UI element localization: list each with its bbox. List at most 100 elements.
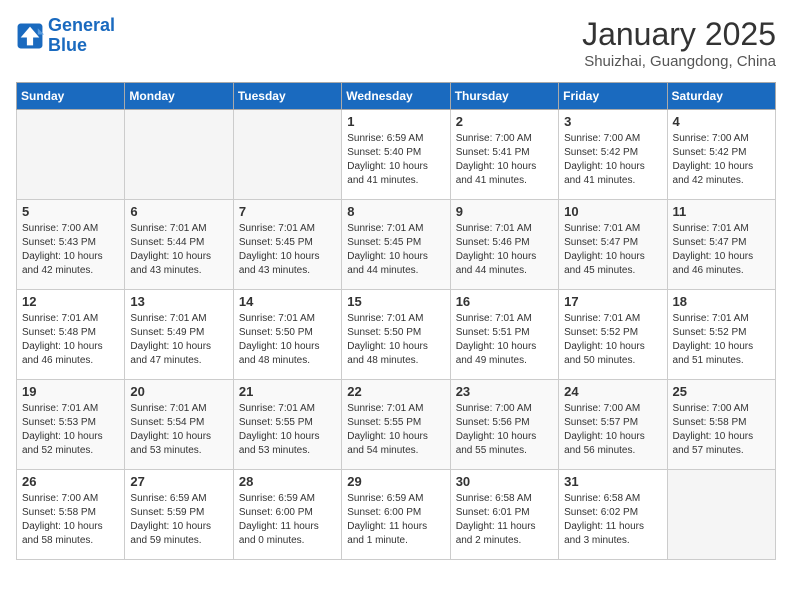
logo-blue: Blue	[48, 36, 115, 56]
day-info: Sunrise: 7:01 AM Sunset: 5:53 PM Dayligh…	[22, 402, 119, 458]
day-number: 9	[456, 204, 553, 219]
calendar-cell: 23Sunrise: 7:00 AM Sunset: 5:56 PM Dayli…	[450, 380, 558, 470]
location: Shuizhai, Guangdong, China	[582, 53, 776, 70]
calendar-body: 1 Sunrise: 6:59 AM Sunset: 5:40 PM Daylig…	[17, 110, 776, 560]
calendar-cell: 4Sunrise: 7:00 AM Sunset: 5:42 PM Daylig…	[667, 110, 775, 200]
calendar-cell: 6Sunrise: 7:01 AM Sunset: 5:44 PM Daylig…	[125, 200, 233, 290]
day-number: 1	[347, 114, 444, 129]
day-number: 12	[22, 294, 119, 309]
day-number: 4	[673, 114, 770, 129]
calendar-cell: 20 Sunrise: 7:01 AM Sunset: 5:54 PM Dayli…	[125, 380, 233, 470]
calendar-cell: 30 Sunrise: 6:58 AM Sunset: 6:01 PM Dayli…	[450, 470, 558, 560]
day-info: Sunrise: 7:01 AM Sunset: 5:47 PM Dayligh…	[673, 222, 770, 278]
day-number: 26	[22, 474, 119, 489]
day-number: 14	[239, 294, 336, 309]
day-number: 15	[347, 294, 444, 309]
day-number: 11	[673, 204, 770, 219]
calendar-cell: 27Sunrise: 6:59 AM Sunset: 5:59 PM Dayli…	[125, 470, 233, 560]
calendar-cell: 11 Sunrise: 7:01 AM Sunset: 5:47 PM Dayli…	[667, 200, 775, 290]
day-number: 27	[130, 474, 227, 489]
day-info: Sunrise: 7:01 AM Sunset: 5:51 PM Dayligh…	[456, 312, 553, 368]
day-info: Sunrise: 7:01 AM Sunset: 5:50 PM Dayligh…	[347, 312, 444, 368]
day-number: 8	[347, 204, 444, 219]
day-info: Sunrise: 7:00 AM Sunset: 5:57 PM Dayligh…	[564, 402, 661, 458]
day-header-tuesday: Tuesday	[233, 83, 341, 110]
day-info: Sunrise: 7:01 AM Sunset: 5:50 PM Dayligh…	[239, 312, 336, 368]
calendar-cell: 22 Sunrise: 7:01 AM Sunset: 5:55 PM Dayli…	[342, 380, 450, 470]
day-number: 5	[22, 204, 119, 219]
day-number: 18	[673, 294, 770, 309]
day-number: 28	[239, 474, 336, 489]
day-info: Sunrise: 6:59 AM Sunset: 5:40 PM Dayligh…	[347, 132, 444, 188]
day-number: 6	[130, 204, 227, 219]
day-number: 17	[564, 294, 661, 309]
month-title: January 2025	[582, 16, 776, 53]
day-info: Sunrise: 7:01 AM Sunset: 5:55 PM Dayligh…	[347, 402, 444, 458]
day-info: Sunrise: 6:59 AM Sunset: 6:00 PM Dayligh…	[239, 492, 336, 548]
calendar-cell	[233, 110, 341, 200]
calendar-cell: 15 Sunrise: 7:01 AM Sunset: 5:50 PM Dayli…	[342, 290, 450, 380]
day-info: Sunrise: 7:01 AM Sunset: 5:52 PM Dayligh…	[564, 312, 661, 368]
calendar-cell: 9Sunrise: 7:01 AM Sunset: 5:46 PM Daylig…	[450, 200, 558, 290]
calendar-header-row: SundayMondayTuesdayWednesdayThursdayFrid…	[17, 83, 776, 110]
day-header-saturday: Saturday	[667, 83, 775, 110]
calendar-cell: 7Sunrise: 7:01 AM Sunset: 5:45 PM Daylig…	[233, 200, 341, 290]
page-header: General Blue January 2025 Shuizhai, Guan…	[16, 16, 776, 70]
day-info: Sunrise: 7:01 AM Sunset: 5:54 PM Dayligh…	[130, 402, 227, 458]
week-row-5: 26Sunrise: 7:00 AM Sunset: 5:58 PM Dayli…	[17, 470, 776, 560]
logo-icon	[16, 22, 44, 50]
calendar-cell	[125, 110, 233, 200]
calendar-cell: 2Sunrise: 7:00 AM Sunset: 5:41 PM Daylig…	[450, 110, 558, 200]
calendar-cell	[667, 470, 775, 560]
calendar-cell: 10Sunrise: 7:01 AM Sunset: 5:47 PM Dayli…	[559, 200, 667, 290]
calendar-cell: 8 Sunrise: 7:01 AM Sunset: 5:45 PM Daylig…	[342, 200, 450, 290]
day-number: 19	[22, 384, 119, 399]
calendar-cell: 21 Sunrise: 7:01 AM Sunset: 5:55 PM Dayli…	[233, 380, 341, 470]
day-info: Sunrise: 7:01 AM Sunset: 5:55 PM Dayligh…	[239, 402, 336, 458]
day-info: Sunrise: 6:59 AM Sunset: 6:00 PM Dayligh…	[347, 492, 444, 548]
logo-general: General	[48, 15, 115, 35]
week-row-4: 19 Sunrise: 7:01 AM Sunset: 5:53 PM Dayli…	[17, 380, 776, 470]
day-info: Sunrise: 7:01 AM Sunset: 5:52 PM Dayligh…	[673, 312, 770, 368]
calendar-cell: 13 Sunrise: 7:01 AM Sunset: 5:49 PM Dayli…	[125, 290, 233, 380]
day-header-monday: Monday	[125, 83, 233, 110]
calendar-cell: 16 Sunrise: 7:01 AM Sunset: 5:51 PM Dayli…	[450, 290, 558, 380]
calendar-cell: 18 Sunrise: 7:01 AM Sunset: 5:52 PM Dayli…	[667, 290, 775, 380]
day-header-thursday: Thursday	[450, 83, 558, 110]
day-header-friday: Friday	[559, 83, 667, 110]
day-header-sunday: Sunday	[17, 83, 125, 110]
calendar-cell: 29Sunrise: 6:59 AM Sunset: 6:00 PM Dayli…	[342, 470, 450, 560]
calendar-cell: 28 Sunrise: 6:59 AM Sunset: 6:00 PM Dayli…	[233, 470, 341, 560]
calendar-cell	[17, 110, 125, 200]
day-number: 13	[130, 294, 227, 309]
day-info: Sunrise: 7:01 AM Sunset: 5:48 PM Dayligh…	[22, 312, 119, 368]
calendar-cell: 3Sunrise: 7:00 AM Sunset: 5:42 PM Daylig…	[559, 110, 667, 200]
calendar-cell: 17 Sunrise: 7:01 AM Sunset: 5:52 PM Dayli…	[559, 290, 667, 380]
day-number: 30	[456, 474, 553, 489]
day-info: Sunrise: 6:58 AM Sunset: 6:02 PM Dayligh…	[564, 492, 661, 548]
day-info: Sunrise: 6:58 AM Sunset: 6:01 PM Dayligh…	[456, 492, 553, 548]
day-info: Sunrise: 7:01 AM Sunset: 5:45 PM Dayligh…	[347, 222, 444, 278]
day-number: 10	[564, 204, 661, 219]
day-info: Sunrise: 7:00 AM Sunset: 5:43 PM Dayligh…	[22, 222, 119, 278]
day-number: 16	[456, 294, 553, 309]
day-number: 7	[239, 204, 336, 219]
calendar-cell: 19 Sunrise: 7:01 AM Sunset: 5:53 PM Dayli…	[17, 380, 125, 470]
day-info: Sunrise: 7:01 AM Sunset: 5:49 PM Dayligh…	[130, 312, 227, 368]
calendar-cell: 5 Sunrise: 7:00 AM Sunset: 5:43 PM Daylig…	[17, 200, 125, 290]
calendar-cell: 24Sunrise: 7:00 AM Sunset: 5:57 PM Dayli…	[559, 380, 667, 470]
day-number: 21	[239, 384, 336, 399]
calendar-cell: 26Sunrise: 7:00 AM Sunset: 5:58 PM Dayli…	[17, 470, 125, 560]
day-info: Sunrise: 7:00 AM Sunset: 5:56 PM Dayligh…	[456, 402, 553, 458]
week-row-2: 5 Sunrise: 7:00 AM Sunset: 5:43 PM Daylig…	[17, 200, 776, 290]
day-info: Sunrise: 7:00 AM Sunset: 5:58 PM Dayligh…	[673, 402, 770, 458]
day-number: 22	[347, 384, 444, 399]
week-row-3: 12 Sunrise: 7:01 AM Sunset: 5:48 PM Dayli…	[17, 290, 776, 380]
logo: General Blue	[16, 16, 115, 56]
calendar-cell: 25 Sunrise: 7:00 AM Sunset: 5:58 PM Dayli…	[667, 380, 775, 470]
calendar-cell: 14 Sunrise: 7:01 AM Sunset: 5:50 PM Dayli…	[233, 290, 341, 380]
calendar-cell: 1 Sunrise: 6:59 AM Sunset: 5:40 PM Daylig…	[342, 110, 450, 200]
day-number: 25	[673, 384, 770, 399]
day-number: 20	[130, 384, 227, 399]
day-number: 3	[564, 114, 661, 129]
